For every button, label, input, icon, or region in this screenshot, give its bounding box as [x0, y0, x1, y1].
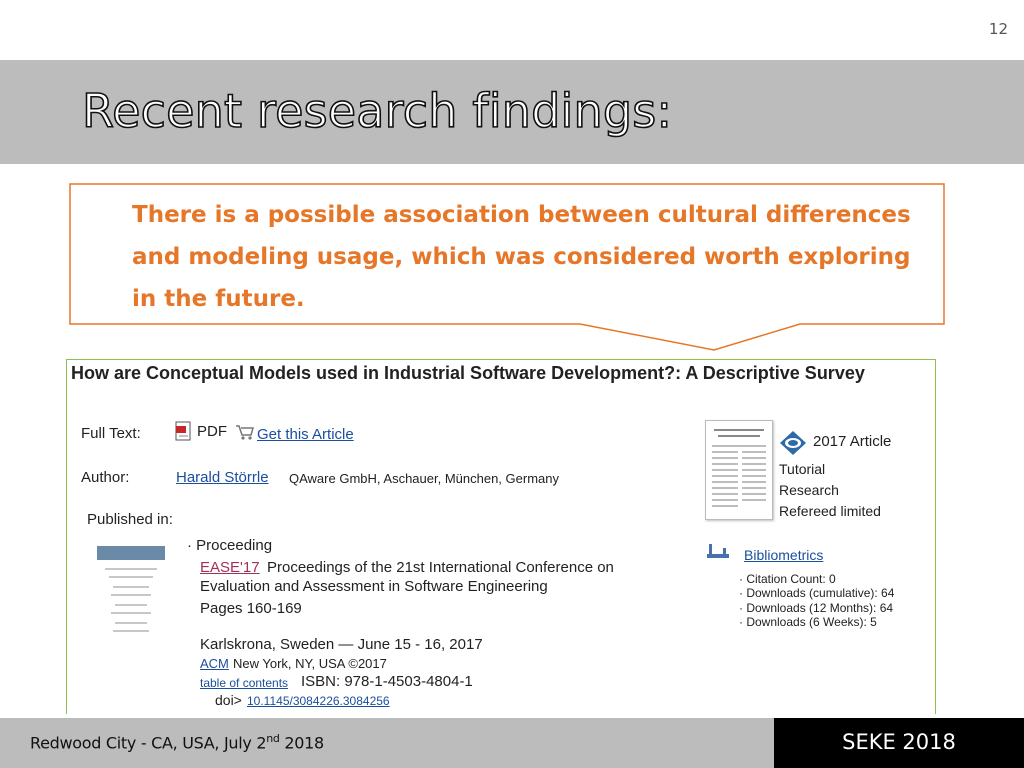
location-text: Karlskrona, Sweden — June 15 - 16, 2017: [200, 636, 483, 653]
get-article-link[interactable]: Get this Article: [257, 426, 354, 443]
article-thumbnail[interactable]: [705, 420, 773, 520]
doi-link[interactable]: 10.1145/3084226.3084256: [247, 694, 390, 708]
tag-tutorial: Tutorial: [779, 461, 826, 477]
toc-link[interactable]: table of contents: [200, 676, 288, 690]
pdf-link[interactable]: PDF: [197, 423, 227, 440]
tag-refereed: Refereed limited: [779, 503, 881, 519]
cart-icon[interactable]: [235, 423, 255, 441]
published-in-label: Published in:: [87, 511, 173, 528]
conference-title-line2: Evaluation and Assessment in Software En…: [200, 578, 548, 595]
footer-location-bar: Redwood City - CA, USA, July 2nd 2018: [0, 718, 774, 768]
author-link[interactable]: Harald Störrle: [176, 469, 269, 486]
tag-research: Research: [779, 482, 839, 498]
metric-downloads-6-weeks: · Downloads (6 Weeks): 5: [739, 615, 877, 629]
metric-downloads-12-months: · Downloads (12 Months): 64: [739, 601, 894, 615]
pdf-icon[interactable]: [175, 421, 193, 441]
footer-conference-text: SEKE 2018: [842, 730, 956, 754]
callout-text: There is a possible association between …: [132, 202, 911, 312]
doi-label: doi>: [215, 692, 242, 708]
conference-abbrev-link[interactable]: EASE'17: [200, 559, 260, 576]
article-year-type: 2017 Article: [813, 433, 892, 450]
acm-diamond-icon: [780, 431, 806, 455]
footer-location-text: Redwood City - CA, USA, July 2nd 2018: [30, 732, 324, 753]
paper-title: How are Conceptual Models used in Indust…: [71, 363, 865, 383]
isbn-text: ISBN: 978-1-4503-4804-1: [301, 673, 473, 690]
proceedings-cover-thumbnail[interactable]: [97, 546, 165, 642]
publisher-link[interactable]: ACM: [200, 656, 229, 671]
footer-conference-bar: SEKE 2018: [774, 718, 1024, 768]
author-label: Author:: [81, 469, 130, 486]
conference-title-line1: Proceedings of the 21st International Co…: [267, 559, 614, 576]
proceeding-label: · Proceeding: [187, 537, 273, 554]
pages-text: Pages 160-169: [200, 600, 302, 617]
metric-citation-count: · Citation Count: 0: [739, 572, 836, 586]
paper-screenshot: How are Conceptual Models used in Indust…: [66, 359, 936, 714]
bibliometrics-link[interactable]: Bibliometrics: [744, 547, 823, 563]
metric-downloads-cumulative: · Downloads (cumulative): 64: [739, 586, 895, 600]
author-affiliation: QAware GmbH, Aschauer, München, Germany: [289, 471, 559, 486]
bibliometrics-icon: [707, 544, 729, 558]
full-text-label: Full Text:: [81, 425, 141, 442]
publisher-info: New York, NY, USA ©2017: [233, 656, 387, 671]
